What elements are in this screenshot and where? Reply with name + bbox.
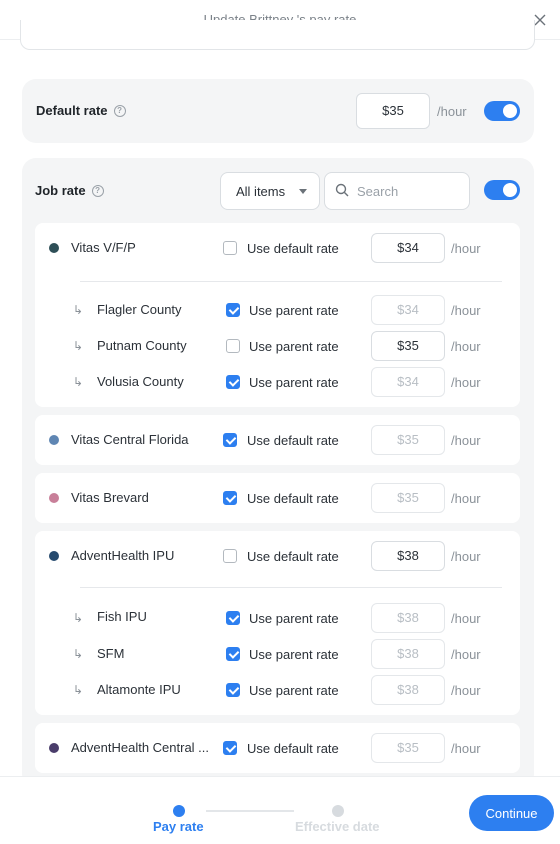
search-placeholder: Search (357, 183, 399, 199)
job-name: Vitas V/F/P (71, 240, 136, 255)
sub-job-name: Flagler County (97, 302, 182, 317)
job-rate-input[interactable]: $34 (371, 233, 445, 263)
job-rate-input[interactable]: $38 (371, 541, 445, 571)
rate-unit: /hour (451, 647, 481, 662)
step-indicator-effective-date[interactable] (332, 805, 344, 817)
rate-unit: /hour (451, 375, 481, 390)
job-rate-panel: Job rate ? All items Search Vitas V/F/P … (22, 158, 534, 788)
job-color-dot (49, 435, 59, 445)
child-arrow-icon: ↳ (73, 611, 84, 625)
child-arrow-icon: ↳ (73, 647, 84, 661)
sub-job-rate-input[interactable]: $38 (371, 639, 445, 669)
use-default-checkbox[interactable] (223, 549, 237, 563)
job-color-dot (49, 493, 59, 503)
use-default-label: Use default rate (247, 433, 339, 448)
use-default-label: Use default rate (247, 741, 339, 756)
sub-job-rate-input[interactable]: $38 (371, 603, 445, 633)
default-rate-input[interactable]: $35 (356, 93, 430, 129)
divider (80, 587, 502, 588)
sub-job-rate-input[interactable]: $35 (371, 331, 445, 361)
job-name: AdventHealth IPU (71, 548, 175, 563)
job-card: Vitas V/F/P Use default rate $34 /hour ↳… (35, 223, 520, 407)
default-rate-title-row: Default rate ? (36, 103, 126, 118)
step-connector (206, 810, 294, 812)
step-label-pay-rate[interactable]: Pay rate (153, 819, 204, 834)
rate-unit: /hour (451, 491, 481, 506)
default-rate-toggle[interactable] (484, 101, 520, 121)
search-icon (335, 183, 349, 200)
job-name: AdventHealth Central ... (71, 740, 210, 755)
rate-unit: /hour (451, 741, 481, 756)
search-input[interactable]: Search (324, 172, 470, 210)
default-rate-unit: /hour (437, 104, 467, 119)
chevron-down-icon (299, 189, 307, 194)
job-card: Vitas Brevard Use default rate $35 /hour (35, 473, 520, 523)
filter-select[interactable]: All items (220, 172, 320, 210)
use-parent-label: Use parent rate (249, 683, 339, 698)
use-parent-checkbox[interactable] (226, 611, 240, 625)
use-parent-checkbox[interactable] (226, 339, 240, 353)
rate-unit: /hour (451, 433, 481, 448)
use-default-checkbox[interactable] (223, 741, 237, 755)
job-name: Vitas Brevard (71, 490, 149, 505)
job-rate-input[interactable]: $35 (371, 483, 445, 513)
rate-unit: /hour (451, 241, 481, 256)
sub-job-name: Altamonte IPU (97, 682, 181, 697)
sub-job-rate-input[interactable]: $34 (371, 295, 445, 325)
job-color-dot (49, 243, 59, 253)
rate-unit: /hour (451, 339, 481, 354)
job-rate-title-row: Job rate ? (35, 183, 104, 198)
sub-job-name: Fish IPU (97, 609, 147, 624)
use-parent-label: Use parent rate (249, 647, 339, 662)
use-parent-checkbox[interactable] (226, 683, 240, 697)
help-icon[interactable]: ? (91, 184, 104, 197)
use-parent-label: Use parent rate (249, 303, 339, 318)
rate-unit: /hour (451, 549, 481, 564)
continue-button[interactable]: Continue (469, 795, 554, 831)
use-parent-checkbox[interactable] (226, 303, 240, 317)
child-arrow-icon: ↳ (73, 683, 84, 697)
job-color-dot (49, 743, 59, 753)
sub-job-rate-input[interactable]: $38 (371, 675, 445, 705)
job-color-dot (49, 551, 59, 561)
use-default-checkbox[interactable] (223, 491, 237, 505)
job-name: Vitas Central Florida (71, 432, 189, 447)
step-label-effective-date[interactable]: Effective date (295, 819, 380, 834)
child-arrow-icon: ↳ (73, 339, 84, 353)
job-rate-input[interactable]: $35 (371, 425, 445, 455)
sub-job-rate-input[interactable]: $34 (371, 367, 445, 397)
rate-unit: /hour (451, 683, 481, 698)
job-card: Vitas Central Florida Use default rate $… (35, 415, 520, 465)
use-default-checkbox[interactable] (223, 241, 237, 255)
use-parent-checkbox[interactable] (226, 647, 240, 661)
help-icon[interactable]: ? (113, 104, 126, 117)
sub-job-name: Volusia County (97, 374, 184, 389)
child-arrow-icon: ↳ (73, 375, 84, 389)
default-rate-panel: Default rate ? $35 /hour (22, 79, 534, 143)
use-parent-checkbox[interactable] (226, 375, 240, 389)
divider (80, 281, 502, 282)
sub-job-name: SFM (97, 646, 125, 661)
job-rate-toggle[interactable] (484, 180, 520, 200)
job-rate-input[interactable]: $35 (371, 733, 445, 763)
use-default-label: Use default rate (247, 241, 339, 256)
rate-unit: /hour (451, 303, 481, 318)
filter-select-value: All items (236, 183, 286, 199)
use-parent-label: Use parent rate (249, 611, 339, 626)
job-card: AdventHealth IPU Use default rate $38 /h… (35, 531, 520, 715)
dialog-footer: Pay rate Effective date Continue (0, 776, 560, 844)
rate-unit: /hour (451, 611, 481, 626)
use-default-label: Use default rate (247, 549, 339, 564)
default-rate-title: Default rate (36, 103, 108, 118)
use-default-label: Use default rate (247, 491, 339, 506)
previous-field (20, 20, 535, 50)
use-default-checkbox[interactable] (223, 433, 237, 447)
child-arrow-icon: ↳ (73, 303, 84, 317)
use-parent-label: Use parent rate (249, 375, 339, 390)
step-indicator-pay-rate[interactable] (173, 805, 185, 817)
job-card: AdventHealth Central ... Use default rat… (35, 723, 520, 773)
sub-job-name: Putnam County (97, 338, 187, 353)
job-rate-title: Job rate (35, 183, 86, 198)
use-parent-label: Use parent rate (249, 339, 339, 354)
